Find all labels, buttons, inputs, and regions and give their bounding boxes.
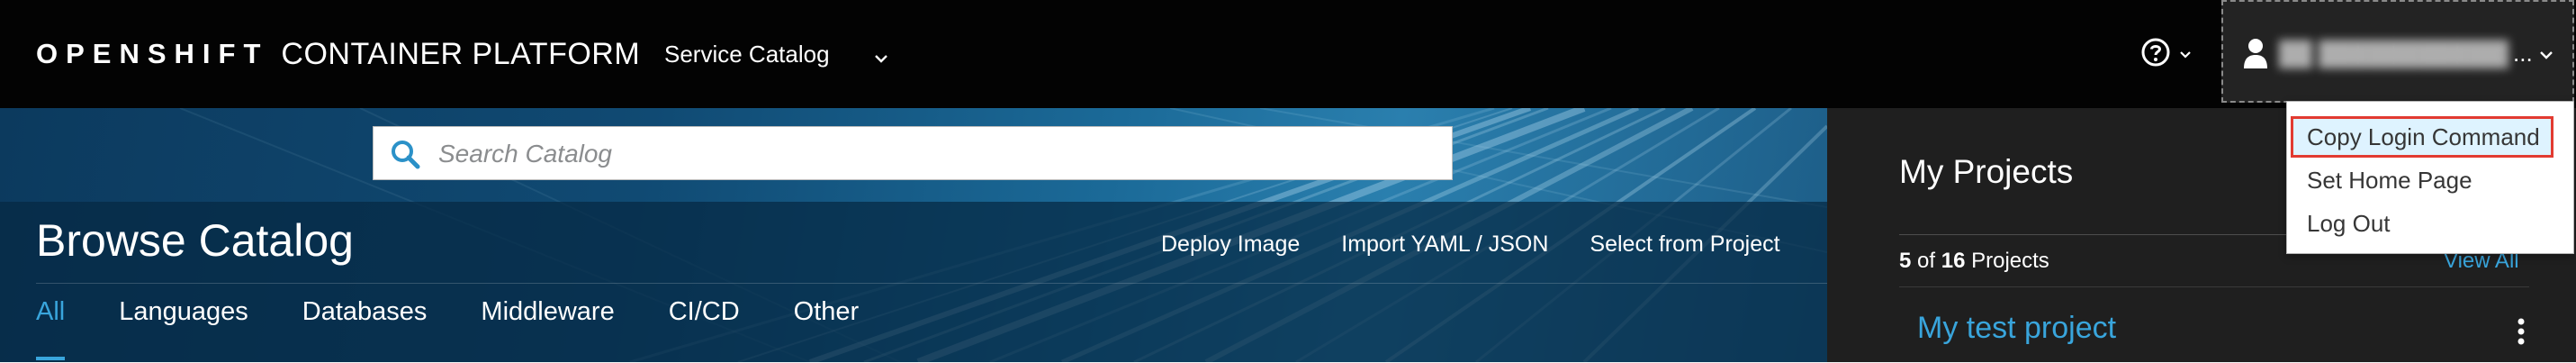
projects-count-shown: 5 (1899, 249, 1912, 273)
tab-all[interactable]: All (36, 294, 66, 360)
projects-count-label: Projects (1971, 249, 2049, 273)
select-from-project-link[interactable]: Select from Project (1590, 229, 1779, 259)
question-circle-icon (2140, 37, 2171, 72)
brand-logo-bold: OPENSHIFT (36, 38, 269, 69)
project-link[interactable]: My test project (1917, 311, 2116, 346)
copy-login-command-item[interactable]: Copy Login Command (2291, 116, 2553, 158)
projects-count-total: 16 (1941, 249, 1966, 273)
user-name-ellipsis: ... (2513, 40, 2533, 67)
context-selector-label: Service Catalog (664, 40, 830, 68)
chevron-down-icon (2538, 47, 2554, 68)
project-list-item: My test project (1899, 286, 2529, 363)
catalog-actions: Deploy Image Import YAML / JSON Select f… (1161, 229, 1780, 259)
kebab-icon[interactable] (2517, 318, 2526, 349)
projects-title: My Projects (1899, 153, 2074, 190)
projects-count: 5 of 16 Projects (1899, 249, 2049, 274)
search-catalog-input[interactable] (437, 134, 1430, 174)
tab-cicd[interactable]: CI/CD (669, 294, 740, 348)
set-home-page-item[interactable]: Set Home Page (2287, 159, 2573, 201)
hero-divider (36, 283, 1827, 284)
catalog-hero: Browse Catalog Deploy Image Import YAML … (0, 108, 1827, 362)
masthead: OPENSHIFT CONTAINER PLATFORM Service Cat… (0, 0, 2576, 108)
user-dropdown-menu: Copy Login Command Set Home Page Log Out (2286, 101, 2574, 254)
user-icon (2243, 38, 2268, 73)
chevron-down-icon (873, 45, 889, 73)
projects-count-of: of (1917, 249, 1936, 273)
chevron-down-icon (2178, 48, 2193, 67)
context-selector[interactable]: Service Catalog (664, 32, 889, 76)
tab-middleware[interactable]: Middleware (481, 294, 614, 348)
deploy-image-link[interactable]: Deploy Image (1161, 229, 1300, 259)
log-out-item[interactable]: Log Out (2287, 203, 2573, 244)
search-catalog-field[interactable] (373, 126, 1453, 180)
category-tabs: All Languages Databases Middleware CI/CD… (36, 294, 860, 360)
brand-logo[interactable]: OPENSHIFT CONTAINER PLATFORM (36, 32, 640, 76)
help-menu-button[interactable] (2140, 34, 2193, 74)
tab-languages[interactable]: Languages (119, 294, 248, 348)
import-yaml-link[interactable]: Import YAML / JSON (1341, 229, 1548, 259)
brand-logo-light: CONTAINER PLATFORM (281, 36, 641, 71)
user-name: ██ ████████████ ████████ (2279, 40, 2508, 67)
user-menu-button[interactable]: ██ ████████████ ████████ ... (2221, 0, 2574, 103)
tab-other[interactable]: Other (794, 294, 860, 348)
search-icon (390, 139, 420, 174)
tab-databases[interactable]: Databases (302, 294, 428, 348)
page-title: Browse Catalog (36, 215, 354, 266)
